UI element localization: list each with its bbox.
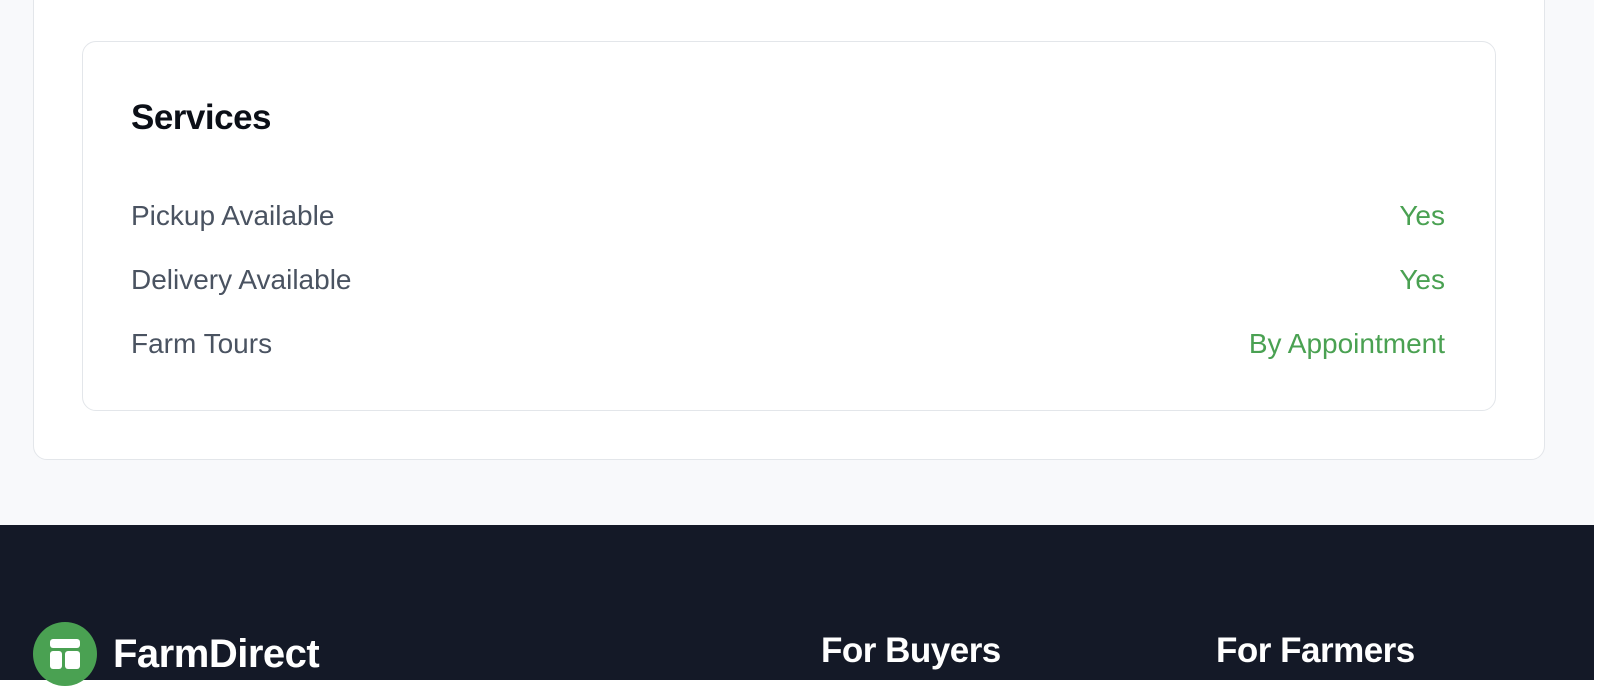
site-footer: FarmDirect For Buyers For Farmers [0, 525, 1594, 686]
service-row-farm-tours: Farm Tours By Appointment [131, 324, 1445, 364]
scrollbar-gutter [1594, 0, 1610, 680]
footer-brand[interactable]: FarmDirect [33, 622, 320, 686]
service-label: Pickup Available [131, 200, 335, 231]
services-card: Services Pickup Available Yes Delivery A… [82, 41, 1496, 411]
footer-heading-for-buyers: For Buyers [821, 631, 1001, 670]
service-row-delivery: Delivery Available Yes [131, 260, 1445, 300]
footer-heading-for-farmers: For Farmers [1216, 631, 1415, 670]
service-value: Yes [1399, 264, 1445, 295]
service-label: Delivery Available [131, 264, 352, 295]
storefront-icon [33, 622, 97, 686]
service-value: Yes [1399, 200, 1445, 231]
page-background: Services Pickup Available Yes Delivery A… [0, 0, 1594, 686]
service-label: Farm Tours [131, 328, 273, 359]
service-row-pickup: Pickup Available Yes [131, 196, 1445, 236]
service-value: By Appointment [1248, 328, 1445, 359]
farm-details-panel: Services Pickup Available Yes Delivery A… [33, 0, 1545, 460]
brand-name: FarmDirect [113, 631, 320, 676]
services-title: Services [131, 98, 272, 137]
